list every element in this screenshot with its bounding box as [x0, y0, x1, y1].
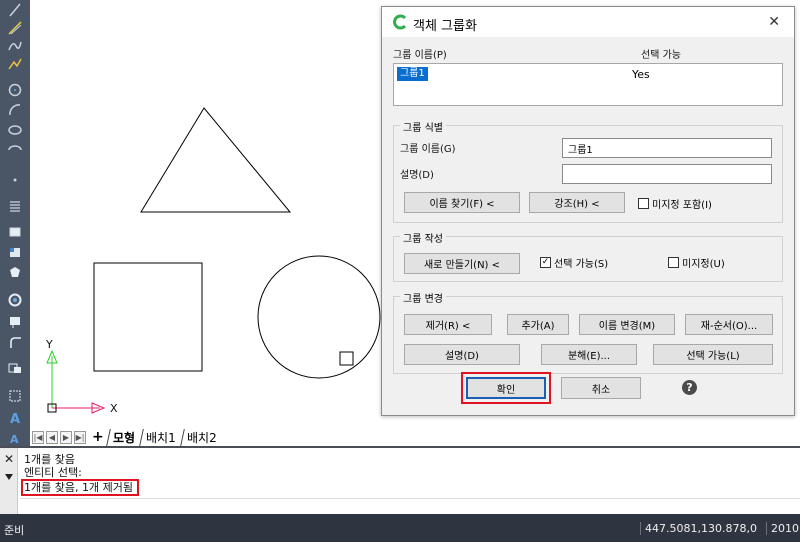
- ucs-x-label: X: [110, 402, 118, 415]
- frame-title: 그룹 식별: [400, 119, 446, 134]
- add-button[interactable]: 추가(A): [507, 314, 569, 335]
- table-tool-icon[interactable]: [5, 314, 25, 330]
- description-button[interactable]: 설명(D): [404, 344, 520, 365]
- command-history-line: 엔티티 선택:: [24, 466, 82, 479]
- square-shape[interactable]: [93, 262, 203, 372]
- description-field[interactable]: [562, 164, 772, 184]
- group-name-label: 그룹 이름(G): [400, 144, 456, 155]
- hatch-tool-icon[interactable]: [5, 198, 25, 214]
- close-icon[interactable]: ✕: [4, 452, 14, 466]
- group-name-field[interactable]: 그룹1: [562, 138, 772, 158]
- ucs-y-label: Y: [46, 338, 53, 351]
- triangle-shape[interactable]: [140, 107, 292, 213]
- unnamed-checkbox[interactable]: 미지정(U): [668, 255, 725, 270]
- frame-title: 그룹 변경: [400, 290, 446, 305]
- group-name-column-header: 그룹 이름(P): [393, 50, 447, 61]
- highlight-button[interactable]: 강조(H) <: [529, 192, 625, 213]
- new-group-button[interactable]: 새로 만들기(N) <: [404, 253, 520, 274]
- find-name-button[interactable]: 이름 찾기(F) <: [404, 192, 520, 213]
- ellipse-tool-icon[interactable]: [5, 122, 25, 138]
- line-tool-icon[interactable]: [5, 2, 25, 18]
- highlight-box: [21, 479, 139, 496]
- left-draw-toolbar: A A: [0, 0, 30, 446]
- coordinate-readout: 447.5081,130.878,0: [640, 522, 757, 535]
- selectable-button[interactable]: 선택 가능(L): [653, 344, 773, 365]
- group-list-item[interactable]: 그룹1: [397, 67, 428, 81]
- svg-text:A: A: [10, 433, 19, 446]
- dialog-body: 그룹 이름(P) 선택 가능 그룹1 Yes 그룹 식별 그룹 이름(G) 그룹…: [382, 37, 794, 415]
- selectable-label: 선택 가능(S): [554, 259, 609, 270]
- add-layout-button[interactable]: +: [90, 429, 106, 445]
- dialog-titlebar: 객체 그룹화 ✕: [382, 7, 794, 37]
- checkbox-box[interactable]: [668, 257, 679, 268]
- unnamed-label: 미지정(U): [682, 259, 725, 270]
- version-readout: 2010: [766, 522, 799, 535]
- next-tab-button[interactable]: ▶: [60, 430, 72, 444]
- app-logo-icon: [393, 14, 407, 30]
- change-group-frame: 그룹 변경 제거(R) < 추가(A) 이름 변경(M) 재-순서(O)... …: [393, 290, 783, 374]
- group-objects-dialog: 객체 그룹화 ✕ 그룹 이름(P) 선택 가능 그룹1 Yes 그룹 식별 그룹…: [381, 6, 795, 416]
- spline-tool-icon[interactable]: [5, 38, 25, 54]
- status-text: 준비: [4, 524, 25, 537]
- prev-tab-button[interactable]: ◀: [46, 430, 58, 444]
- status-bar: 준비 447.5081,130.878,0 2010: [0, 514, 800, 542]
- arc-tool-icon[interactable]: [5, 102, 25, 118]
- group-list[interactable]: 그룹1 Yes: [393, 63, 783, 106]
- xline-tool-icon[interactable]: [5, 20, 25, 36]
- remove-button[interactable]: 제거(R) <: [404, 314, 492, 335]
- block-tool-icon[interactable]: [5, 244, 25, 260]
- first-tab-button[interactable]: |◀: [32, 430, 44, 444]
- group-identification-frame: 그룹 식별 그룹 이름(G) 그룹1 설명(D) 이름 찾기(F) < 강조(H…: [393, 119, 783, 223]
- reorder-button[interactable]: 재-순서(O)...: [685, 314, 773, 335]
- circle-tool-icon[interactable]: [5, 82, 25, 98]
- text-tool-icon[interactable]: A: [5, 410, 25, 426]
- rectangle-tool-icon[interactable]: [5, 224, 25, 240]
- region-tool-icon[interactable]: [5, 264, 25, 280]
- command-history-line: 1개를 찾음: [24, 453, 75, 466]
- description-label: 설명(D): [400, 170, 434, 181]
- highlight-box: [461, 372, 551, 404]
- layout-tab-bar: |◀ ◀ ▶ ▶| + 모형 배치1 배치2: [30, 428, 800, 446]
- command-window-handle: ✕: [0, 448, 18, 514]
- insert-tool-icon[interactable]: [5, 360, 25, 376]
- cursor-pickbox: [339, 351, 354, 366]
- cancel-button[interactable]: 취소: [561, 377, 641, 399]
- ellipse-arc-tool-icon[interactable]: [5, 142, 25, 158]
- group-creation-frame: 그룹 작성 새로 만들기(N) < ✓ 선택 가능(S) 미지정(U): [393, 230, 783, 282]
- frame-title: 그룹 작성: [400, 230, 446, 245]
- donut-tool-icon[interactable]: [5, 292, 25, 308]
- explode-button[interactable]: 분해(E)...: [541, 344, 637, 365]
- help-icon[interactable]: ?: [682, 380, 697, 395]
- mtext-tool-icon[interactable]: A: [5, 430, 25, 446]
- ucs-icon: [46, 349, 106, 414]
- checkbox-box-checked[interactable]: ✓: [540, 257, 551, 268]
- cad-application: A A Y X |◀ ◀ ▶ ▶| + 모형 배치1 배치2 ✕ 1개를 찾음 …: [0, 0, 800, 542]
- chevron-down-icon[interactable]: [5, 474, 13, 480]
- include-unnamed-label: 미지정 포함(I): [652, 200, 712, 211]
- selectable-checkbox[interactable]: ✓ 선택 가능(S): [540, 255, 608, 270]
- gradient-tool-icon[interactable]: [5, 388, 25, 404]
- tab-layout2[interactable]: 배치2: [179, 428, 223, 446]
- tab-model[interactable]: 모형: [105, 428, 141, 446]
- svg-text:A: A: [10, 412, 20, 426]
- command-window: ✕ 1개를 찾음 엔티티 선택: 1개를 찾음, 1개 제거됨: [0, 446, 800, 514]
- group-list-item-selectable: Yes: [632, 68, 650, 81]
- polyline-tool-icon[interactable]: [5, 56, 25, 72]
- include-unnamed-checkbox[interactable]: 미지정 포함(I): [638, 196, 712, 211]
- last-tab-button[interactable]: ▶|: [74, 430, 86, 444]
- close-icon[interactable]: ✕: [768, 14, 780, 30]
- point-tool-icon[interactable]: [5, 172, 25, 188]
- rename-button[interactable]: 이름 변경(M): [579, 314, 675, 335]
- command-input[interactable]: [20, 498, 800, 514]
- fillet-tool-icon[interactable]: [5, 334, 25, 350]
- selectable-column-header: 선택 가능: [641, 50, 681, 61]
- checkbox-box[interactable]: [638, 198, 649, 209]
- circle-shape[interactable]: [257, 255, 381, 379]
- dialog-title: 객체 그룹화: [413, 19, 477, 34]
- tab-layout1[interactable]: 배치1: [139, 428, 182, 446]
